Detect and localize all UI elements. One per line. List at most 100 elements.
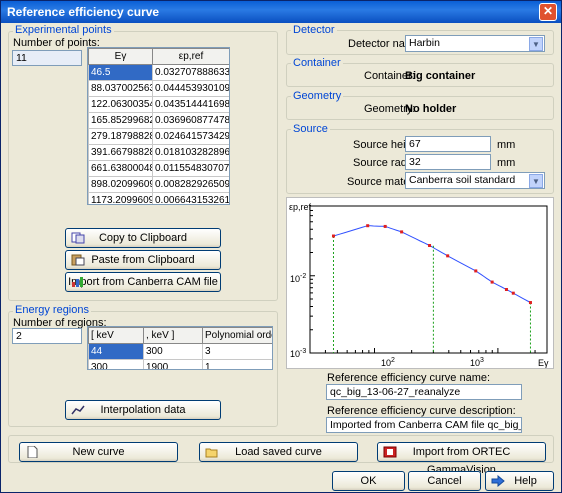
efficiency-cell[interactable]: 0.00664315326130 [152, 192, 229, 204]
from-kev-cell[interactable]: 44 [88, 343, 144, 360]
ok-button[interactable]: OK [332, 471, 405, 491]
efficiency-cell[interactable]: 0.03696087747870 [152, 112, 229, 129]
energy-cell[interactable]: 279.1879882812500 [88, 128, 153, 145]
table-row[interactable]: 165.85299682617180.03696087747870 [88, 112, 229, 129]
detector-name-value: Harbin [409, 37, 440, 49]
help-button[interactable]: Help [485, 471, 554, 491]
efficiency-cell[interactable]: 0.03270788863300 [152, 64, 229, 81]
poly-order-cell[interactable]: 3 [202, 343, 272, 360]
data-point [474, 269, 478, 273]
energy-cell[interactable]: 661.6380004882812 [88, 160, 153, 177]
table-row[interactable]: 300 1900 1 [88, 359, 272, 369]
col-efficiency-header[interactable]: εp,ref [152, 48, 229, 65]
new-curve-button[interactable]: New curve [19, 442, 178, 462]
efficiency-cell[interactable]: 0.01810328289600 [152, 144, 229, 161]
data-point [400, 230, 404, 234]
poly-order-cell[interactable]: 1 [202, 359, 272, 369]
col-poly-order-header[interactable]: Polynomial order [202, 327, 272, 344]
import-ortec-button[interactable]: Import from ORTEC GammaVision [377, 442, 546, 476]
energy-cell[interactable]: 122.0630035400390 [88, 96, 153, 113]
table-row[interactable]: 122.06300354003900.04351444169870 [88, 96, 229, 113]
close-icon: ✕ [542, 4, 554, 18]
curve-description-field[interactable]: Imported from Canberra CAM file qc_big_1… [326, 417, 522, 433]
help-label: Help [514, 475, 537, 487]
data-point [331, 234, 335, 238]
table-row[interactable]: 44 300 3 [88, 343, 272, 360]
table-row[interactable]: 391.66798828125000.01810328289600 [88, 144, 229, 161]
window: Reference efficiency curve ✕ Experimenta… [0, 0, 562, 493]
interpolation-icon [71, 405, 85, 415]
import-chart-icon [72, 277, 83, 287]
to-kev-cell[interactable]: 300 [143, 343, 203, 360]
to-kev-cell[interactable]: 1900 [143, 359, 203, 369]
geometry-group-label: Geometry [291, 90, 344, 102]
col-to-kev-header[interactable]: , keV ] [143, 327, 203, 344]
efficiency-cell[interactable]: 0.00828292650900 [152, 176, 229, 193]
curve-description-label: Reference efficiency curve description: [327, 405, 516, 417]
efficiency-cell[interactable]: 0.01155483070700 [152, 160, 229, 177]
data-point [504, 287, 508, 291]
energy-regions-table: [ keV , keV ] Polynomial order 44 300 3 300… [87, 326, 273, 370]
paste-from-clipboard-label: Paste from Clipboard [91, 254, 195, 266]
from-kev-cell[interactable]: 300 [88, 359, 144, 369]
table-row[interactable]: 88.037002563476560.04445393010970 [88, 80, 229, 97]
new-document-icon [27, 446, 38, 458]
efficiency-plot: εp,ref Eγ 10-3 10-2 102 103 [286, 197, 554, 369]
number-of-regions-field[interactable]: 2 [12, 328, 82, 344]
experimental-points-label: Experimental points [13, 24, 114, 36]
table-row[interactable]: 46.50.03270788863300 [88, 64, 229, 81]
energy-cell[interactable]: 88.03700256347656 [88, 80, 153, 97]
energy-cell[interactable]: 391.6679882812500 [88, 144, 153, 161]
source-height-unit: mm [497, 139, 516, 151]
energy-cell[interactable]: 898.0209960937500 [88, 176, 153, 193]
efficiency-cell[interactable]: 0.04351444169870 [152, 96, 229, 113]
load-saved-curve-label: Load saved curve [235, 446, 322, 458]
title-bar: Reference efficiency curve ✕ [1, 1, 561, 23]
energy-cell[interactable]: 46.5 [88, 64, 153, 81]
energy-cell[interactable]: 165.8529968261718 [88, 112, 153, 129]
table-row[interactable]: 1173.2099609375000.00664315326130 [88, 192, 229, 204]
experimental-points-table: Eγ εp,ref 46.50.0327078886330088.0370025… [87, 47, 230, 205]
load-saved-curve-button[interactable]: Load saved curve [199, 442, 358, 462]
interpolation-data-button[interactable]: Interpolation data [65, 400, 221, 420]
data-point [490, 280, 494, 284]
y-tick-1e-2: 10-2 [290, 273, 306, 284]
detector-label: Detector [291, 24, 337, 36]
source-material-combo[interactable]: Canberra soil standard ▼ [405, 172, 545, 189]
window-title: Reference efficiency curve [7, 5, 160, 19]
detector-name-combo[interactable]: Harbin ▼ [405, 35, 545, 52]
col-from-kev-header[interactable]: [ keV [88, 327, 144, 344]
copy-to-clipboard-label: Copy to Clipboard [98, 232, 188, 244]
curve-name-field[interactable]: qc_big_13-06-27_reanalyze [326, 384, 522, 400]
x-tick-1e2: 102 [381, 357, 395, 368]
source-radius-unit: mm [497, 157, 516, 169]
source-material-value: Canberra soil standard [409, 174, 516, 186]
source-radius-field[interactable]: 32 [405, 154, 491, 170]
energy-cell[interactable]: 1173.209960937500 [88, 192, 153, 204]
efficiency-cell[interactable]: 0.02464157342900 [152, 128, 229, 145]
import-canberra-label: Import from Canberra CAM file [68, 276, 218, 288]
cancel-label: Cancel [427, 475, 462, 487]
copy-to-clipboard-button[interactable]: Copy to Clipboard [65, 228, 221, 248]
new-curve-label: New curve [72, 446, 125, 458]
paste-icon [71, 254, 85, 266]
paste-from-clipboard-button[interactable]: Paste from Clipboard [65, 250, 221, 270]
import-canberra-button[interactable]: Import from Canberra CAM file [65, 272, 221, 292]
data-point [383, 224, 387, 228]
cancel-button[interactable]: Cancel [408, 471, 481, 491]
chevron-down-icon[interactable]: ▼ [529, 174, 543, 188]
source-height-field[interactable]: 67 [405, 136, 491, 152]
close-button[interactable]: ✕ [539, 3, 557, 21]
interpolation-data-label: Interpolation data [100, 404, 186, 416]
y-tick-1e-3: 10-3 [290, 348, 306, 359]
table-row[interactable]: 898.02099609375000.00828292650900 [88, 176, 229, 193]
container-value: Big container [405, 70, 476, 82]
efficiency-cell[interactable]: 0.04445393010970 [152, 80, 229, 97]
table-row[interactable]: 279.18798828125000.02464157342900 [88, 128, 229, 145]
number-of-points-field[interactable]: 11 [12, 50, 82, 66]
chevron-down-icon[interactable]: ▼ [529, 37, 543, 51]
col-energy-header[interactable]: Eγ [88, 48, 153, 65]
table-row[interactable]: 661.63800048828120.01155483070700 [88, 160, 229, 177]
data-point [366, 224, 370, 228]
copy-icon [71, 232, 85, 244]
